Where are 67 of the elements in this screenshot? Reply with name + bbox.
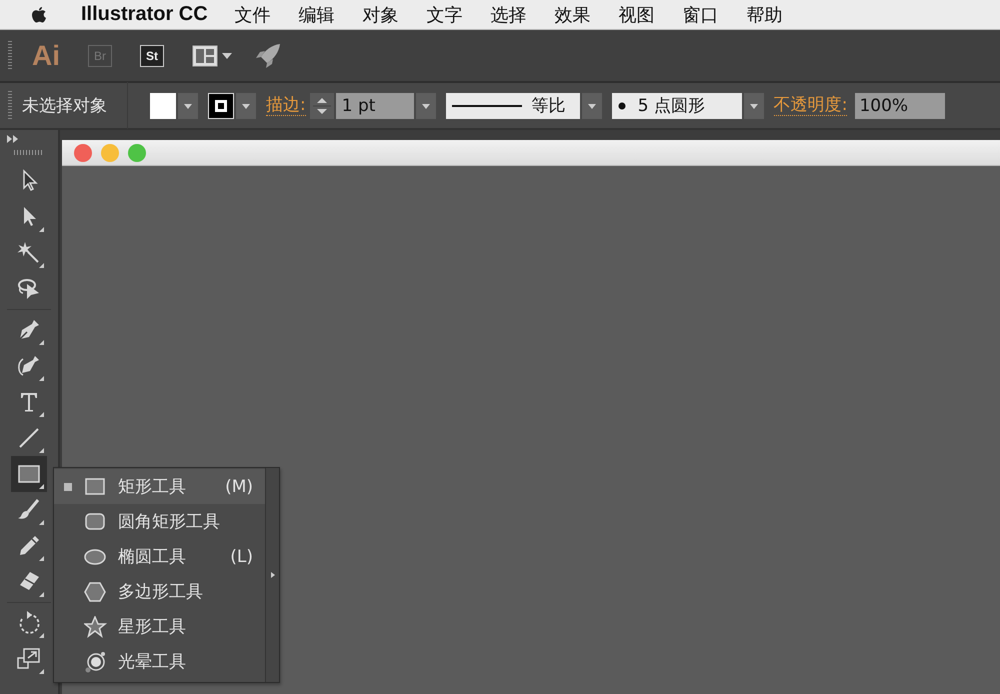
- app-menu[interactable]: Illustrator CC: [81, 3, 208, 26]
- corner-mark-icon: [39, 669, 44, 674]
- grip-handle[interactable]: [8, 40, 12, 70]
- corner-mark-icon: [39, 520, 44, 525]
- flyout-menu-item[interactable]: 多边形工具: [54, 574, 265, 609]
- corner-mark-icon: [39, 556, 44, 561]
- menu-item[interactable]: 效果: [554, 2, 591, 26]
- flyout-menu-item[interactable]: 椭圆工具 (L): [54, 539, 265, 574]
- app-logo: Ai: [32, 40, 60, 72]
- selection-status: 未选择对象: [22, 95, 107, 117]
- flyout-menu-item[interactable]: 光晕工具: [54, 644, 265, 679]
- rounded-rectangle-icon: [84, 510, 108, 532]
- flare-icon: [84, 650, 108, 672]
- close-button[interactable]: [74, 144, 92, 162]
- tool-name: 椭圆工具: [118, 546, 187, 568]
- scale-icon: [16, 646, 42, 672]
- menu-item[interactable]: 对象: [362, 2, 399, 26]
- menu-item[interactable]: 文件: [234, 2, 271, 26]
- shortcut-key: (L): [230, 546, 253, 566]
- tear-off-arrow-icon: [270, 572, 274, 578]
- menu-item[interactable]: 窗口: [682, 2, 719, 26]
- corner-mark-icon: [39, 448, 44, 453]
- expand-icon[interactable]: [6, 134, 20, 144]
- corner-mark-icon: [39, 227, 44, 232]
- corner-mark-icon: [39, 376, 44, 381]
- tool-name: 多边形工具: [118, 581, 204, 603]
- corner-mark-icon: [39, 484, 44, 489]
- stroke-weight-field[interactable]: 1 pt: [336, 92, 414, 118]
- menu-item[interactable]: 文字: [426, 2, 463, 26]
- stroke-profile-value: 等比: [532, 95, 566, 117]
- rectangle-tool[interactable]: [11, 456, 47, 492]
- line-icon: [452, 104, 522, 108]
- tool-name: 光晕工具: [118, 651, 187, 673]
- fill-swatch[interactable]: [150, 92, 176, 118]
- dot-icon: [618, 102, 626, 110]
- flyout-menu-item[interactable]: 星形工具: [54, 609, 265, 644]
- current-tool-mark-icon: [64, 482, 72, 490]
- brush-field[interactable]: 5 点圆形: [612, 92, 742, 118]
- stroke-label[interactable]: 描边:: [266, 95, 306, 116]
- stroke-swatch[interactable]: [208, 92, 234, 118]
- corner-mark-icon: [39, 592, 44, 597]
- tool-name: 星形工具: [118, 616, 187, 638]
- stepper-icon[interactable]: [310, 92, 334, 118]
- tool-name: 圆角矩形工具: [118, 511, 221, 533]
- flyout-menu-item[interactable]: 圆角矩形工具: [54, 504, 265, 539]
- opacity-label[interactable]: 不透明度:: [774, 95, 848, 116]
- menu-item[interactable]: 选择: [490, 2, 527, 26]
- brush-value: 5 点圆形: [638, 95, 705, 117]
- hexagon-icon: [84, 580, 108, 602]
- tool-name: 矩形工具: [118, 476, 187, 498]
- menu-item[interactable]: 编辑: [298, 2, 335, 26]
- stroke-profile-field[interactable]: 等比: [446, 92, 580, 118]
- opacity-field[interactable]: 100%: [855, 92, 946, 118]
- corner-mark-icon: [39, 263, 44, 268]
- stock-button[interactable]: St: [140, 44, 164, 66]
- apple-icon[interactable]: [30, 4, 48, 24]
- star-icon: [84, 616, 108, 638]
- corner-mark-icon: [39, 340, 44, 345]
- rocket-icon[interactable]: [254, 42, 282, 70]
- grip-handle[interactable]: [8, 90, 12, 120]
- menu-item[interactable]: 视图: [618, 2, 655, 26]
- flyout-menu-item[interactable]: 矩形工具 (M): [54, 469, 265, 504]
- rectangle-icon: [84, 476, 108, 498]
- menu-item[interactable]: 帮助: [746, 2, 783, 26]
- corner-mark-icon: [39, 633, 44, 638]
- shortcut-key: (M): [225, 476, 253, 496]
- corner-mark-icon: [39, 412, 44, 417]
